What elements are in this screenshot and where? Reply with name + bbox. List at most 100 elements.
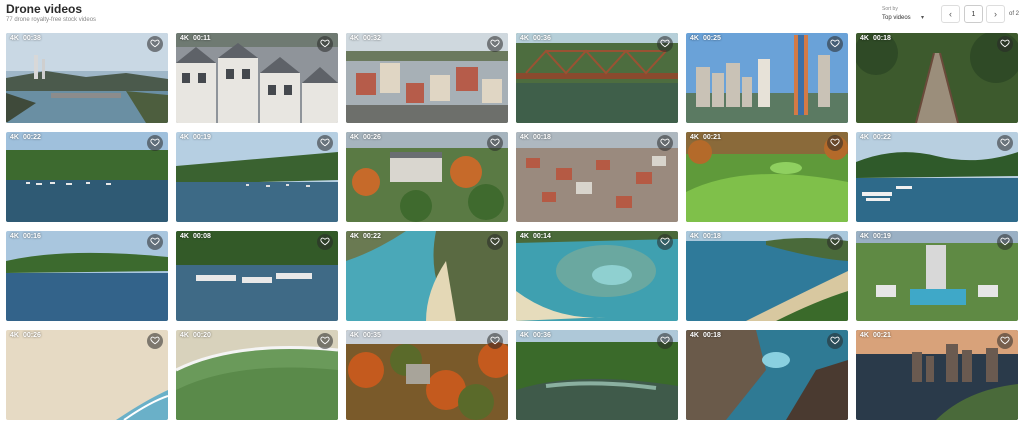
- video-thumbnail[interactable]: [6, 33, 168, 123]
- duration-label: 00:22: [872, 134, 891, 141]
- video-card[interactable]: 4K 00:22: [6, 132, 168, 222]
- video-thumbnail[interactable]: [856, 132, 1018, 222]
- sort-control[interactable]: Sort by Top videos ▾: [882, 6, 924, 21]
- video-meta: 4K 00:32: [350, 35, 381, 42]
- video-card[interactable]: 4K 00:26: [346, 132, 508, 222]
- video-thumbnail[interactable]: [686, 330, 848, 420]
- favorite-button[interactable]: [317, 234, 333, 250]
- favorite-button[interactable]: [827, 333, 843, 349]
- favorite-button[interactable]: [147, 234, 163, 250]
- video-card[interactable]: 4K 00:36: [516, 330, 678, 420]
- video-card[interactable]: 4K 00:19: [176, 132, 338, 222]
- heart-icon: [1000, 134, 1010, 152]
- chevron-left-icon: ‹: [949, 9, 952, 19]
- quality-badge: 4K: [860, 35, 869, 42]
- heart-icon: [660, 35, 670, 53]
- video-thumbnail[interactable]: [856, 231, 1018, 321]
- video-thumbnail[interactable]: [346, 330, 508, 420]
- video-thumbnail[interactable]: [176, 330, 338, 420]
- video-card[interactable]: 4K 00:32: [346, 33, 508, 123]
- video-thumbnail[interactable]: [6, 231, 168, 321]
- video-thumbnail[interactable]: [856, 330, 1018, 420]
- video-thumbnail[interactable]: [176, 33, 338, 123]
- favorite-button[interactable]: [487, 36, 503, 52]
- video-thumbnail[interactable]: [686, 33, 848, 123]
- video-meta: 4K 00:11: [180, 35, 210, 42]
- favorite-button[interactable]: [487, 333, 503, 349]
- video-card[interactable]: 4K 00:14: [516, 231, 678, 321]
- video-thumbnail[interactable]: [346, 33, 508, 123]
- video-meta: 4K 00:36: [520, 35, 551, 42]
- heart-icon: [830, 35, 840, 53]
- video-card[interactable]: 4K 00:16: [6, 231, 168, 321]
- video-card[interactable]: 4K 00:35: [346, 330, 508, 420]
- favorite-button[interactable]: [487, 135, 503, 151]
- favorite-button[interactable]: [657, 36, 673, 52]
- favorite-button[interactable]: [657, 135, 673, 151]
- favorite-button[interactable]: [997, 234, 1013, 250]
- favorite-button[interactable]: [657, 333, 673, 349]
- video-thumbnail[interactable]: [346, 231, 508, 321]
- video-thumbnail[interactable]: [346, 132, 508, 222]
- favorite-button[interactable]: [487, 234, 503, 250]
- video-card[interactable]: 4K 00:18: [516, 132, 678, 222]
- favorite-button[interactable]: [827, 135, 843, 151]
- video-card[interactable]: 4K 00:08: [176, 231, 338, 321]
- video-card[interactable]: 4K 00:21: [856, 330, 1018, 420]
- duration-label: 00:22: [22, 134, 41, 141]
- video-card[interactable]: 4K 00:21: [686, 132, 848, 222]
- page-number-input[interactable]: 1: [964, 5, 983, 23]
- video-thumbnail[interactable]: [516, 33, 678, 123]
- video-card[interactable]: 4K 00:18: [856, 33, 1018, 123]
- quality-badge: 4K: [350, 134, 359, 141]
- favorite-button[interactable]: [317, 135, 333, 151]
- duration-label: 00:19: [872, 233, 891, 240]
- favorite-button[interactable]: [147, 333, 163, 349]
- favorite-button[interactable]: [657, 234, 673, 250]
- favorite-button[interactable]: [827, 36, 843, 52]
- video-meta: 4K 00:25: [690, 35, 721, 42]
- favorite-button[interactable]: [827, 234, 843, 250]
- video-card[interactable]: 4K 00:22: [856, 132, 1018, 222]
- video-thumbnail[interactable]: [686, 231, 848, 321]
- duration-label: 00:20: [192, 332, 211, 339]
- favorite-button[interactable]: [997, 333, 1013, 349]
- favorite-button[interactable]: [997, 135, 1013, 151]
- video-thumbnail[interactable]: [6, 330, 168, 420]
- video-thumbnail[interactable]: [176, 132, 338, 222]
- duration-label: 00:26: [362, 134, 381, 141]
- video-card[interactable]: 4K 00:36: [516, 33, 678, 123]
- video-card[interactable]: 4K 00:11: [176, 33, 338, 123]
- video-thumbnail[interactable]: [856, 33, 1018, 123]
- heart-icon: [660, 134, 670, 152]
- duration-label: 00:19: [192, 134, 211, 141]
- video-thumbnail[interactable]: [686, 132, 848, 222]
- video-thumbnail[interactable]: [516, 231, 678, 321]
- heart-icon: [320, 35, 330, 53]
- sort-select[interactable]: Top videos ▾: [882, 14, 924, 22]
- video-card[interactable]: 4K 00:22: [346, 231, 508, 321]
- video-card[interactable]: 4K 00:20: [176, 330, 338, 420]
- next-page-button[interactable]: ›: [986, 5, 1005, 23]
- favorite-button[interactable]: [147, 36, 163, 52]
- heart-icon: [490, 35, 500, 53]
- heart-icon: [320, 233, 330, 251]
- favorite-button[interactable]: [997, 36, 1013, 52]
- favorite-button[interactable]: [317, 36, 333, 52]
- video-meta: 4K 00:08: [180, 233, 211, 240]
- favorite-button[interactable]: [317, 333, 333, 349]
- video-card[interactable]: 4K 00:38: [6, 33, 168, 123]
- prev-page-button[interactable]: ‹: [941, 5, 960, 23]
- video-thumbnail[interactable]: [6, 132, 168, 222]
- video-card[interactable]: 4K 00:26: [6, 330, 168, 420]
- favorite-button[interactable]: [147, 135, 163, 151]
- video-card[interactable]: 4K 00:19: [856, 231, 1018, 321]
- video-thumbnail[interactable]: [516, 132, 678, 222]
- video-thumbnail[interactable]: [176, 231, 338, 321]
- video-meta: 4K 00:21: [690, 134, 721, 141]
- page-subtitle: 77 drone royalty-free stock videos: [6, 17, 97, 23]
- video-card[interactable]: 4K 00:18: [686, 231, 848, 321]
- video-thumbnail[interactable]: [516, 330, 678, 420]
- video-card[interactable]: 4K 00:18: [686, 330, 848, 420]
- video-card[interactable]: 4K 00:25: [686, 33, 848, 123]
